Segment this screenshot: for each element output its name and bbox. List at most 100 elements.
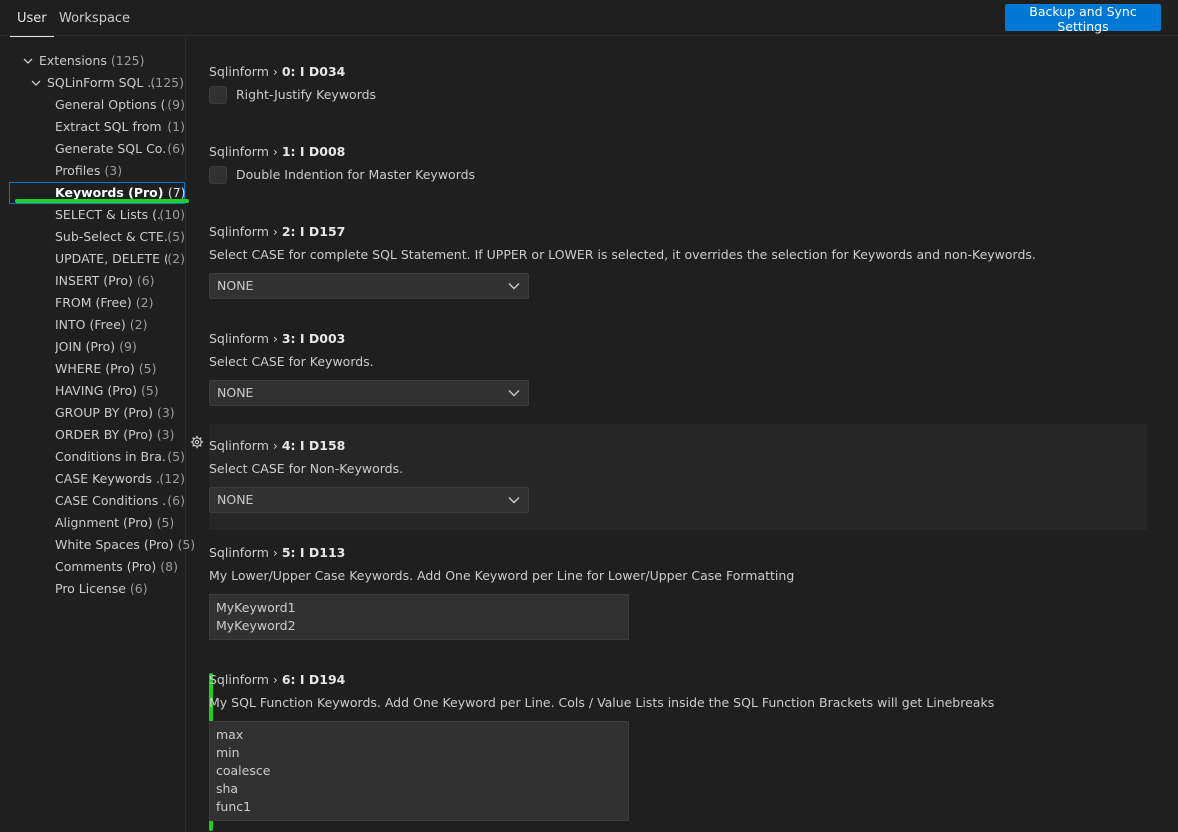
function-keywords-textarea[interactable]: max min coalesce sha func1 (209, 721, 629, 821)
tree-item-from[interactable]: FROM (Free) (2) (0, 292, 185, 314)
textarea-line: max (216, 727, 244, 742)
tree-item-count: (9) (119, 339, 137, 354)
select-value: NONE (217, 385, 254, 400)
right-justify-checkbox[interactable] (209, 86, 227, 104)
tree-item-count: (7) (167, 185, 186, 200)
backup-sync-button[interactable]: Backup and Sync Settings (1005, 4, 1161, 34)
tree-item-generate-sql[interactable]: Generate SQL Co... (6) (0, 138, 185, 160)
tree-item-into[interactable]: INTO (Free) (2) (0, 314, 185, 336)
tree-item-count: (3) (156, 427, 175, 442)
select-value: NONE (217, 492, 254, 507)
gear-icon[interactable] (190, 435, 204, 449)
tree-item-profiles[interactable]: Profiles (3) (0, 160, 185, 182)
tab-user[interactable]: User (10, 11, 54, 37)
tree-item-count: (12) (159, 471, 185, 486)
chevron-down-icon (31, 80, 41, 86)
tree-item-label: INTO (Free) (55, 317, 126, 332)
tree-item-count: (5) (140, 383, 159, 398)
tree-item-conditions-brackets[interactable]: Conditions in Bra... (5) (0, 446, 185, 468)
setting-title: Sqlinform › 3: I D003 (209, 331, 346, 346)
setting-d003: Sqlinform › 3: I D003 Select CASE for Ke… (209, 324, 1147, 414)
tree-item-count: (6) (167, 141, 185, 156)
tree-item-label: UPDATE, DELETE (... (55, 251, 167, 266)
tree-item-extensions[interactable]: Extensions (125) (0, 50, 185, 72)
tree-item-case-conditions[interactable]: CASE Conditions ... (6) (0, 490, 185, 512)
chevron-down-icon (508, 283, 520, 290)
tree-item-count: (5) (156, 515, 175, 530)
tree-item-label: JOIN (Pro) (55, 339, 116, 354)
tree-item-label: Sub-Select & CTE... (55, 229, 167, 244)
tree-item-general-options[interactable]: General Options (... (9) (0, 94, 185, 116)
tree-item-group-by[interactable]: GROUP BY (Pro) (3) (0, 402, 185, 424)
tree-item-count: (6) (167, 493, 185, 508)
tree-item-comments[interactable]: Comments (Pro) (8) (0, 556, 185, 578)
setting-title: Sqlinform › 1: I D008 (209, 144, 346, 159)
setting-d194: Sqlinform › 6: I D194 My SQL Function Ke… (209, 665, 1147, 825)
textarea-line: coalesce (216, 763, 271, 778)
tree-item-select-lists[interactable]: SELECT & Lists (... (10) (0, 204, 185, 226)
highlight-underline (15, 199, 189, 203)
tree-item-where[interactable]: WHERE (Pro) (5) (0, 358, 185, 380)
tree-item-pro-license[interactable]: Pro License (6) (0, 578, 185, 600)
tree-item-order-by[interactable]: ORDER BY (Pro) (3) (0, 424, 185, 446)
tree-item-having[interactable]: HAVING (Pro) (5) (0, 380, 185, 402)
tree-item-count: (2) (135, 295, 154, 310)
select-value: NONE (217, 278, 254, 293)
setting-d158-content: Sqlinform › 4: I D158 Select CASE for No… (209, 431, 1147, 521)
tree-item-label: HAVING (Pro) (55, 383, 137, 398)
checkbox-label: Right-Justify Keywords (236, 87, 377, 102)
textarea-line: func1 (216, 799, 252, 814)
setting-title: Sqlinform › 0: I D034 (209, 64, 346, 79)
settings-tab-bar: User Workspace Backup and Sync Settings (0, 0, 1178, 37)
tree-item-white-spaces[interactable]: White Spaces (Pro) (5) (0, 534, 195, 556)
case-keywords-select[interactable]: NONE (209, 380, 529, 406)
setting-title: Sqlinform › 2: I D157 (209, 224, 346, 239)
tree-item-label: General Options (... (55, 97, 167, 112)
tree-item-count: (125) (150, 75, 184, 90)
tree-item-label: Extract SQL from ... (55, 119, 167, 134)
tree-item-label: Pro License (55, 581, 126, 596)
tab-workspace[interactable]: Workspace (59, 11, 130, 26)
setting-d008: Sqlinform › 1: I D008 Double Indention f… (209, 137, 1147, 197)
setting-description: Select CASE for Keywords. (209, 354, 374, 369)
tree-item-count: (125) (110, 53, 145, 68)
tree-item-label: SELECT & Lists (... (55, 207, 161, 222)
tree-item-join[interactable]: JOIN (Pro) (9) (0, 336, 185, 358)
chevron-down-icon (508, 390, 520, 397)
tree-item-label: Conditions in Bra... (55, 449, 167, 464)
tree-item-count: (2) (167, 251, 185, 266)
setting-d157: Sqlinform › 2: I D157 Select CASE for co… (209, 217, 1147, 307)
tree-item-label: FROM (Free) (55, 295, 132, 310)
setting-description: Select CASE for Non-Keywords. (209, 461, 404, 476)
setting-d034: Sqlinform › 0: I D034 Right-Justify Keyw… (209, 57, 1147, 117)
tree-item-count: (5) (138, 361, 157, 376)
tree-item-label: Alignment (Pro) (55, 515, 153, 530)
tree-item-insert[interactable]: INSERT (Pro) (6) (0, 270, 185, 292)
tree-item-label: White Spaces (Pro) (55, 537, 174, 552)
tree-item-count: (5) (167, 229, 185, 244)
tree-item-label: ORDER BY (Pro) (55, 427, 153, 442)
double-indention-checkbox[interactable] (209, 166, 227, 184)
tree-item-count: (6) (136, 273, 155, 288)
tree-item-label: INSERT (Pro) (55, 273, 133, 288)
case-non-keywords-select[interactable]: NONE (209, 487, 529, 513)
textarea-line: MyKeyword1 (216, 600, 296, 615)
setting-title: Sqlinform › 6: I D194 (209, 672, 346, 687)
case-keywords-textarea[interactable]: MyKeyword1 MyKeyword2 (209, 594, 629, 640)
tree-item-update-delete[interactable]: UPDATE, DELETE (...(2) (0, 248, 185, 270)
tree-item-label: GROUP BY (Pro) (55, 405, 153, 420)
settings-editor: Sqlinform › 0: I D034 Right-Justify Keyw… (186, 37, 1178, 832)
tree-item-case-keywords[interactable]: CASE Keywords ... (12) (0, 468, 185, 490)
tree-item-alignment[interactable]: Alignment (Pro) (5) (0, 512, 185, 534)
tree-item-count: (2) (129, 317, 148, 332)
tree-item-count: (10) (159, 207, 185, 222)
tree-item-count: (1) (167, 119, 185, 134)
tree-item-sub-select[interactable]: Sub-Select & CTE... (5) (0, 226, 185, 248)
case-statement-select[interactable]: NONE (209, 273, 529, 299)
tree-item-sqlinform[interactable]: SQLinForm SQL ... (125) (0, 72, 185, 94)
tree-item-extract-sql[interactable]: Extract SQL from ... (1) (0, 116, 185, 138)
setting-title: Sqlinform › 4: I D158 (209, 438, 346, 453)
tree-item-label: CASE Keywords ... (55, 471, 161, 486)
tree-item-count: (5) (167, 449, 185, 464)
tree-item-label: Extensions (39, 53, 107, 68)
